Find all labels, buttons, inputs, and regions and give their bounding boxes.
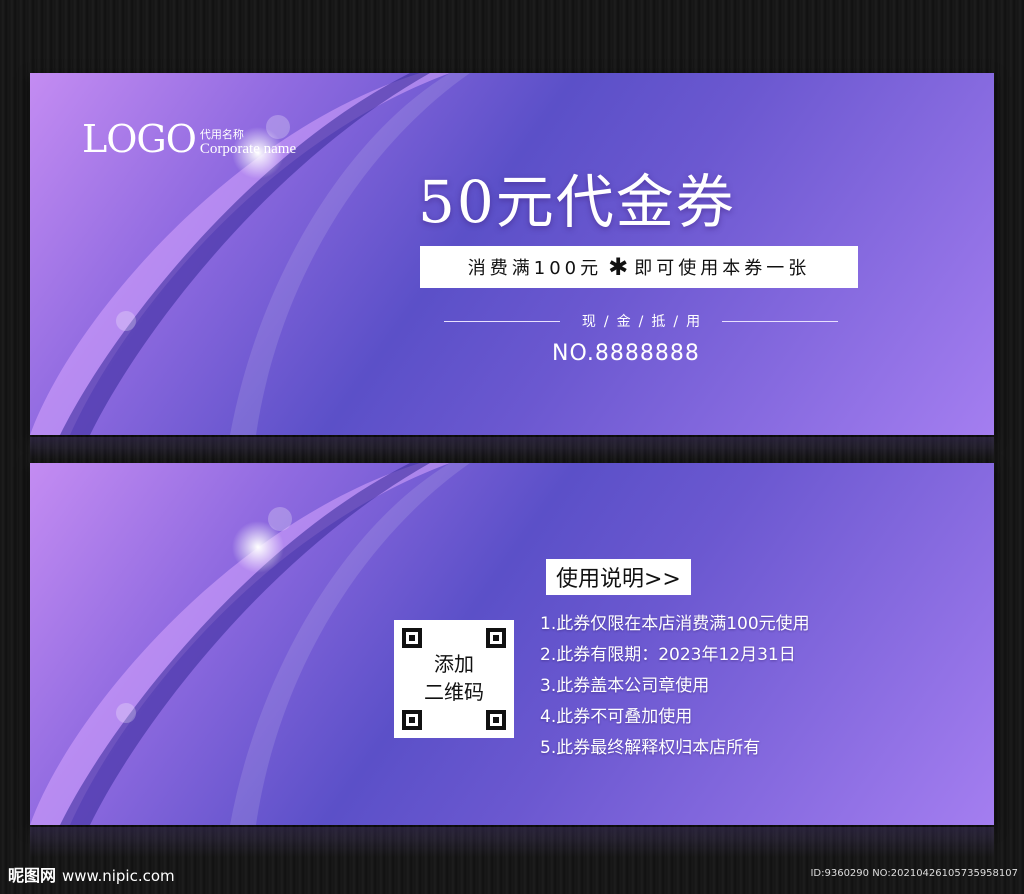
qr-corner-icon <box>486 710 506 730</box>
rule-item: 1.此券仅限在本店消费满100元使用 <box>540 614 810 634</box>
usage-condition-banner: 消费满100元 ✱ 即可使用本券一张 <box>420 246 858 288</box>
condition-left-text: 消费满100元 <box>467 258 603 279</box>
qr-corner-icon <box>402 710 422 730</box>
voucher-title: 50元代金券 <box>418 168 736 236</box>
site-watermark: 昵图网 www.nipic.com <box>8 862 175 886</box>
flower-icon: ✱ <box>608 253 629 281</box>
divider-right <box>722 320 838 322</box>
qr-corner-icon <box>402 628 422 648</box>
qr-code-placeholder: 添加 二维码 <box>394 620 514 738</box>
logo: LOGO 代用名称 Corporate name <box>82 119 296 159</box>
front-reflection <box>30 437 994 459</box>
voucher-front: LOGO 代用名称 Corporate name 50元代金券 消费满100元 … <box>30 73 994 435</box>
company-name-en: Corporate name <box>199 141 297 157</box>
rule-item: 2.此券有限期：2023年12月31日 <box>540 645 796 665</box>
voucher-back: 使用说明>> 添加 二维码 1.此券仅限在本店消费满100元使用 2.此券有限期… <box>30 463 994 825</box>
usage-rules-list: 1.此券仅限在本店消费满100元使用 2.此券有限期：2023年12月31日 3… <box>540 609 810 764</box>
cash-label: 现/金/抵/用 <box>581 314 709 330</box>
instructions-title: 使用说明>> <box>546 559 691 595</box>
condition-right-text: 即可使用本券一张 <box>634 258 811 279</box>
site-url: www.nipic.com <box>62 867 175 885</box>
divider-left <box>444 320 560 322</box>
serial-number: NO.8888888 <box>552 341 700 366</box>
rule-item: 3.此券盖本公司章使用 <box>540 676 710 696</box>
qr-corner-icon <box>486 628 506 648</box>
back-reflection <box>30 827 994 857</box>
qr-text-line: 添加 <box>434 652 474 676</box>
qr-text-line: 二维码 <box>424 680 484 704</box>
cash-label-row: 现/金/抵/用 <box>444 311 838 331</box>
image-id: ID:9360290 NO:20210426105735958107 <box>810 868 1018 879</box>
rule-item: 5.此券最终解释权归本店所有 <box>540 738 761 758</box>
logo-text: LOGO <box>82 117 197 161</box>
rule-item: 4.此券不可叠加使用 <box>540 707 693 727</box>
site-name: 昵图网 <box>8 866 57 885</box>
company-name-cn: 代用名称 <box>199 128 244 141</box>
